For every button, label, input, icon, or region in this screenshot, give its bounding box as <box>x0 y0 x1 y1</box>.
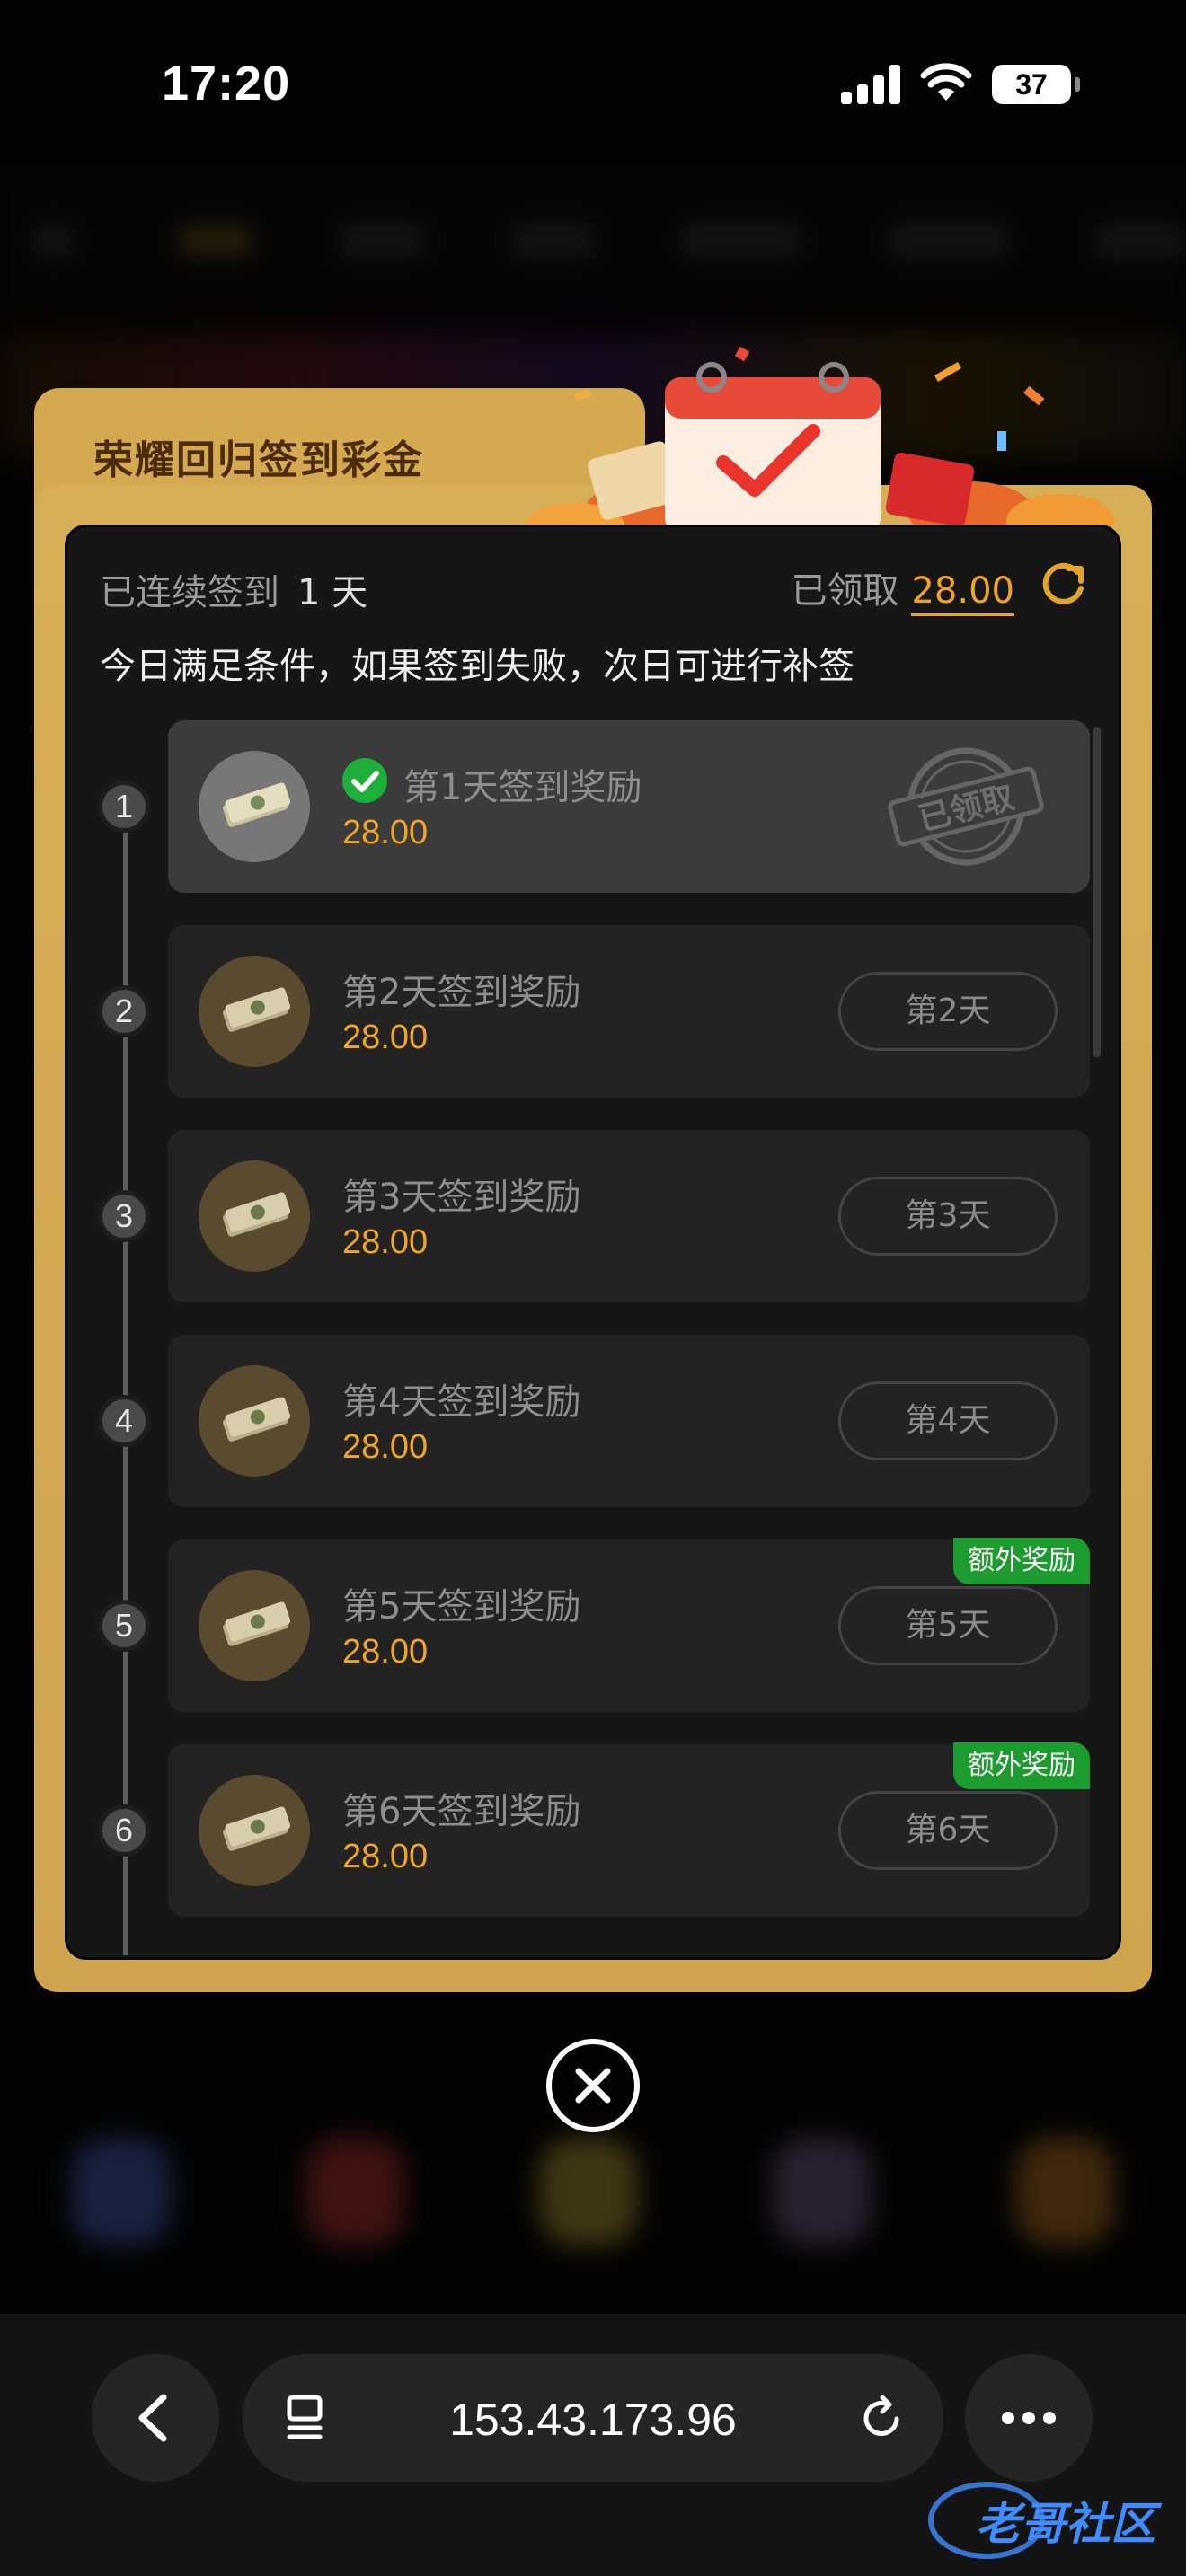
reward-value: 28.00 <box>342 1633 429 1671</box>
url-text: 153.43.173.96 <box>449 2395 737 2445</box>
status-bar: 17:20 37 <box>0 0 1186 171</box>
more-dots-icon <box>1002 2412 1056 2424</box>
reward-value: 28.00 <box>342 1428 429 1466</box>
claimed-stamp-icon: 已领取 <box>888 747 1044 866</box>
cash-icon <box>199 1775 310 1886</box>
back-button[interactable] <box>92 2354 219 2482</box>
reward-card-day-6: 第6天签到奖励 28.00 第6天 额外奖励 <box>168 1742 1090 1917</box>
claimed-label: 已领取 <box>791 570 899 612</box>
reward-title: 第5天签到奖励 <box>342 1586 581 1628</box>
watermark-text: 老哥社区 <box>976 2498 1155 2550</box>
claimed-info: 已领取 28.00 <box>791 561 1014 616</box>
step-number: 5 <box>98 1600 150 1652</box>
reward-card-day-1[interactable]: 第1天签到奖励 28.00 已领取 <box>168 720 1090 893</box>
screen: 17:20 37 荣耀回归签到彩金 已连续签到 1 天 已领取 28.00 今日… <box>0 0 1186 2576</box>
streak-value: 1 天 <box>297 572 368 613</box>
streak-info: 已连续签到 1 天 <box>100 563 367 615</box>
day-5-button[interactable]: 第5天 <box>838 1586 1058 1665</box>
watermark-logo: 老哥社区 <box>924 2466 1186 2576</box>
cash-icon <box>199 751 310 862</box>
day-6-button[interactable]: 第6天 <box>838 1791 1058 1870</box>
battery-indicator: 37 <box>992 65 1080 104</box>
reward-title: 第4天签到奖励 <box>342 1381 581 1423</box>
step-number: 3 <box>98 1190 150 1242</box>
cellular-signal-icon <box>841 65 904 104</box>
reward-card-day-5: 第5天签到奖励 28.00 第5天 额外奖励 <box>168 1538 1090 1712</box>
wifi-icon <box>920 63 972 101</box>
scrollbar[interactable] <box>1093 727 1101 1057</box>
refresh-icon[interactable] <box>1038 560 1088 610</box>
day-4-button[interactable]: 第4天 <box>838 1381 1058 1460</box>
reward-card-day-3: 第3天签到奖励 28.00 第3天 <box>168 1130 1090 1302</box>
reward-value: 28.00 <box>342 1838 429 1875</box>
reward-value: 28.00 <box>342 1223 429 1261</box>
close-icon[interactable] <box>546 2039 640 2132</box>
extra-reward-badge: 额外奖励 <box>953 1742 1090 1789</box>
reward-title: 第6天签到奖励 <box>342 1791 581 1832</box>
reward-title: 第1天签到奖励 <box>403 767 642 808</box>
cash-icon <box>199 1160 310 1272</box>
day-2-button[interactable]: 第2天 <box>838 972 1058 1051</box>
cash-icon <box>199 956 310 1067</box>
step-number: 6 <box>98 1804 150 1857</box>
reload-icon[interactable] <box>855 2392 907 2444</box>
check-icon <box>342 758 387 803</box>
claimed-value: 28.00 <box>911 570 1014 616</box>
step-number: 4 <box>98 1395 150 1447</box>
address-bar[interactable]: 153.43.173.96 <box>243 2354 943 2482</box>
reward-title: 第2天签到奖励 <box>342 972 581 1013</box>
status-time: 17:20 <box>162 57 291 110</box>
cash-icon <box>199 1570 310 1681</box>
signin-notice: 今日满足条件，如果签到失败，次日可进行补签 <box>100 646 854 687</box>
reward-card-day-2: 第2天签到奖励 28.00 第2天 <box>168 925 1090 1098</box>
reward-value: 28.00 <box>342 814 429 851</box>
signin-panel: 已连续签到 1 天 已领取 28.00 今日满足条件，如果签到失败，次日可进行补签 … <box>65 525 1121 1960</box>
reward-value: 28.00 <box>342 1019 429 1056</box>
more-button[interactable] <box>965 2354 1093 2482</box>
streak-label: 已连续签到 <box>100 572 279 613</box>
cash-icon <box>199 1365 310 1477</box>
reward-title: 第3天签到奖励 <box>342 1177 581 1218</box>
step-number: 2 <box>98 985 150 1037</box>
modal-title: 荣耀回归签到彩金 <box>93 437 424 483</box>
reward-card-day-4: 第4天签到奖励 28.00 第4天 <box>168 1335 1090 1507</box>
day-3-button[interactable]: 第3天 <box>838 1177 1058 1256</box>
timeline-line <box>123 788 128 1955</box>
chevron-left-icon <box>138 2394 167 2442</box>
step-number: 1 <box>98 781 150 833</box>
calendar-gift-decoration-icon <box>526 346 1114 539</box>
extra-reward-badge: 额外奖励 <box>953 1538 1090 1584</box>
